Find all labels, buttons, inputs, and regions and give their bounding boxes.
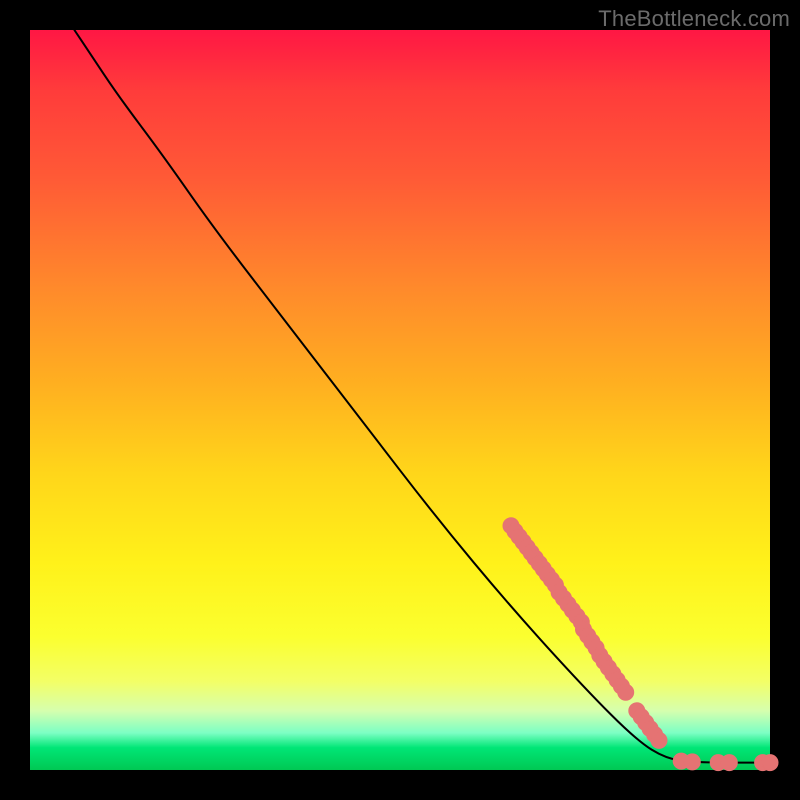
plot-area xyxy=(30,30,770,770)
chart-frame: TheBottleneck.com xyxy=(0,0,800,800)
highlight-dot xyxy=(762,755,778,771)
highlight-dot xyxy=(721,755,737,771)
highlight-dot xyxy=(651,732,667,748)
highlight-dot xyxy=(684,754,700,770)
bottleneck-curve xyxy=(74,30,770,763)
highlight-dot xyxy=(618,684,634,700)
curve-layer xyxy=(30,30,770,770)
attribution-text: TheBottleneck.com xyxy=(598,6,790,32)
